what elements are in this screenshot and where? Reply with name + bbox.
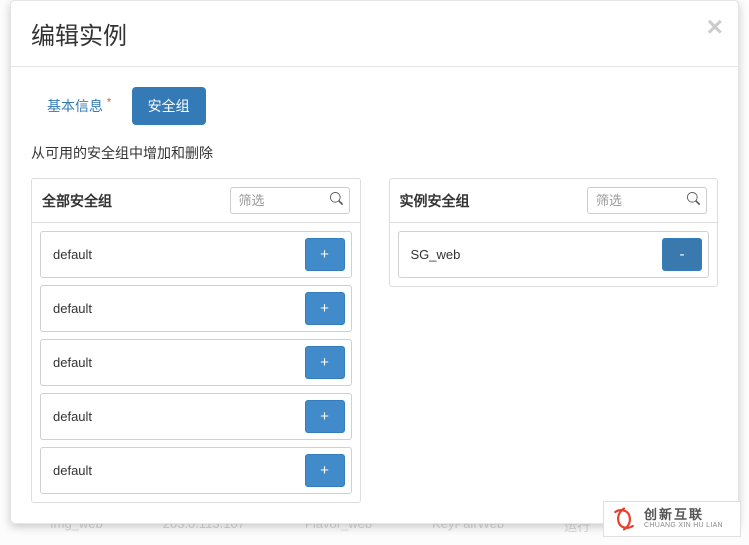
- assigned-panel-body: SG_web -: [390, 223, 718, 286]
- available-title: 全部安全组: [42, 191, 112, 211]
- list-item: default +: [40, 339, 352, 386]
- item-label: default: [53, 409, 92, 424]
- available-panel: 全部安全组 default +: [31, 178, 361, 503]
- item-label: default: [53, 301, 92, 316]
- available-filter-input[interactable]: [230, 187, 350, 214]
- watermark: 创新互联 CHUANG XIN HU LIAN: [603, 501, 741, 537]
- close-icon: ×: [707, 11, 723, 42]
- plus-icon: +: [320, 300, 329, 317]
- available-groups-column: 全部安全组 default +: [31, 178, 361, 503]
- watermark-text: 创新互联 CHUANG XIN HU LIAN: [644, 508, 723, 530]
- modal-header: 编辑实例 ×: [11, 1, 738, 67]
- security-group-columns: 全部安全组 default +: [31, 178, 718, 503]
- list-item: SG_web -: [398, 231, 710, 278]
- tab-security-label: 安全组: [148, 98, 190, 114]
- tab-basic-label: 基本信息: [47, 98, 103, 114]
- assigned-filter-input[interactable]: [587, 187, 707, 214]
- item-label: default: [53, 247, 92, 262]
- item-label: default: [53, 355, 92, 370]
- list-item: default +: [40, 231, 352, 278]
- add-button[interactable]: +: [305, 292, 345, 325]
- remove-button[interactable]: -: [662, 238, 702, 271]
- plus-icon: +: [320, 408, 329, 425]
- plus-icon: +: [320, 246, 329, 263]
- add-button[interactable]: +: [305, 400, 345, 433]
- tab-basic-info[interactable]: 基本信息 *: [31, 87, 127, 125]
- add-button[interactable]: +: [305, 346, 345, 379]
- modal-title: 编辑实例: [31, 16, 718, 51]
- minus-icon: -: [680, 246, 685, 263]
- assigned-filter-wrap: [587, 187, 707, 214]
- tab-security-group[interactable]: 安全组: [132, 87, 206, 125]
- list-item: default +: [40, 393, 352, 440]
- edit-instance-modal: 编辑实例 × 基本信息 * 安全组 从可用的安全组中增加和删除 全部安全组: [10, 0, 739, 524]
- watermark-cn: 创新互联: [644, 508, 723, 522]
- modal-body: 基本信息 * 安全组 从可用的安全组中增加和删除 全部安全组: [11, 67, 738, 523]
- section-description: 从可用的安全组中增加和删除: [31, 143, 718, 163]
- item-label: SG_web: [411, 247, 461, 262]
- list-item: default +: [40, 447, 352, 494]
- assigned-title: 实例安全组: [400, 191, 470, 211]
- add-button[interactable]: +: [305, 238, 345, 271]
- assigned-panel-header: 实例安全组: [390, 179, 718, 223]
- add-button[interactable]: +: [305, 454, 345, 487]
- item-label: default: [53, 463, 92, 478]
- list-item: default +: [40, 285, 352, 332]
- available-filter-wrap: [230, 187, 350, 214]
- plus-icon: +: [320, 354, 329, 371]
- close-button[interactable]: ×: [707, 13, 723, 41]
- assigned-panel: 实例安全组 SG_web -: [389, 178, 719, 287]
- watermark-logo-icon: [610, 505, 638, 533]
- assigned-groups-column: 实例安全组 SG_web -: [389, 178, 719, 503]
- available-panel-header: 全部安全组: [32, 179, 360, 223]
- watermark-en: CHUANG XIN HU LIAN: [644, 522, 723, 530]
- tab-bar: 基本信息 * 安全组: [31, 87, 718, 125]
- plus-icon: +: [320, 462, 329, 479]
- available-panel-body: default + default + default + default: [32, 223, 360, 502]
- required-indicator: *: [107, 96, 111, 108]
